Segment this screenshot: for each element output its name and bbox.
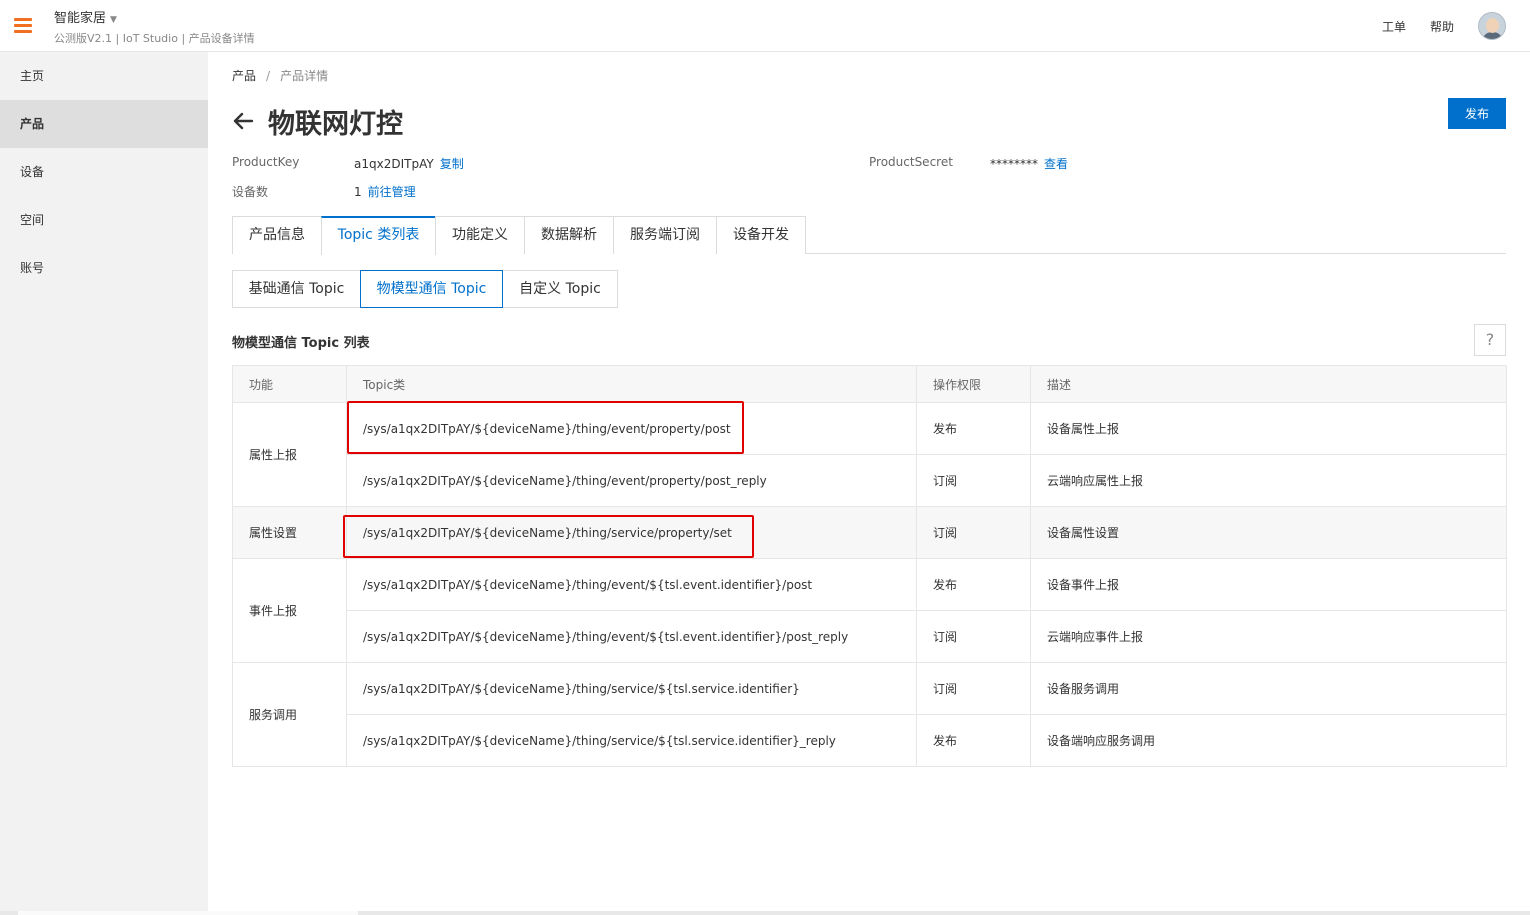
app-name: 智能家居 [54,11,107,26]
publish-button[interactable]: 发布 [1448,98,1506,129]
col-header-topic: Topic类 [346,365,917,403]
help-question-icon[interactable]: ? [1474,324,1506,356]
cell-permission: 发布 [916,558,1031,611]
table-row: /sys/a1qx2DITpAY/${deviceName}/thing/eve… [233,610,1507,663]
col-header-permission: 操作权限 [916,365,1031,403]
sidebar-item-product[interactable]: 产品 [0,100,208,148]
device-count-field: 1 前往管理 [354,183,416,200]
cell-permission: 订阅 [916,454,1031,507]
cell-description: 设备服务调用 [1030,662,1507,715]
page-title: 物联网灯控 [268,109,403,140]
cell-topic: /sys/a1qx2DITpAY/${deviceName}/thing/ser… [346,506,917,559]
col-header-description: 描述 [1030,365,1507,403]
bottom-scrollbar[interactable] [0,911,1530,915]
topic-table: 功能 Topic类 操作权限 描述 属性上报 /sys/a1qx2DITpAY/… [232,365,1507,767]
tab-data-parsing[interactable]: 数据解析 [524,216,614,254]
cell-topic: /sys/a1qx2DITpAY/${deviceName}/thing/eve… [346,610,917,663]
breadcrumb: 产品 / 产品详情 [232,67,328,84]
breadcrumb-current: 产品详情 [280,69,329,83]
sidebar-item-device[interactable]: 设备 [0,148,208,196]
tab-server-subscription[interactable]: 服务端订阅 [613,216,717,254]
subtab-custom-topic[interactable]: 自定义 Topic [502,270,618,308]
cell-description: 设备端响应服务调用 [1030,714,1507,767]
cell-topic: /sys/a1qx2DITpAY/${deviceName}/thing/eve… [346,558,917,611]
copy-link[interactable]: 复制 [440,157,464,171]
device-count-value: 1 [354,185,362,199]
ticket-link[interactable]: 工单 [1382,18,1406,35]
cell-permission: 订阅 [916,610,1031,663]
cell-function: 服务调用 [232,662,347,767]
cell-permission: 发布 [916,402,1031,455]
product-secret-value: ******** [990,157,1038,171]
sidebar-item-account[interactable]: 账号 [0,244,208,292]
sidebar: 主页 产品 设备 空间 账号 [0,52,208,915]
cell-description: 设备属性上报 [1030,402,1507,455]
product-key-label: ProductKey [232,155,300,169]
product-secret-field: ******** 查看 [990,155,1068,172]
col-header-function: 功能 [232,365,347,403]
cell-topic: /sys/a1qx2DITpAY/${deviceName}/thing/ser… [346,714,917,767]
table-row: 属性上报 /sys/a1qx2DITpAY/${deviceName}/thin… [232,402,1507,507]
product-key-field: a1qx2DITpAY 复制 [354,155,464,172]
detail-tabs: 产品信息 Topic 类列表 功能定义 数据解析 服务端订阅 设备开发 [232,216,1506,255]
cell-description: 云端响应属性上报 [1030,454,1507,507]
breadcrumb-product[interactable]: 产品 [232,69,256,83]
app-switcher[interactable]: 智能家居 ▼ [54,7,117,26]
cell-topic: /sys/a1qx2DITpAY/${deviceName}/thing/eve… [346,402,917,455]
tab-product-info[interactable]: 产品信息 [232,216,322,254]
subtab-tsl-topic[interactable]: 物模型通信 Topic [360,270,503,308]
cell-function: 属性设置 [232,506,347,559]
breadcrumb-separator: / [266,69,271,83]
app-subtitle: 公测版V2.1 | IoT Studio | 产品设备详情 [54,32,255,45]
table-header-row: 功能 Topic类 操作权限 描述 [232,365,1507,403]
table-row: /sys/a1qx2DITpAY/${deviceName}/thing/eve… [233,454,1507,507]
device-count-label: 设备数 [232,185,269,199]
table-row: 服务调用 /sys/a1qx2DITpAY/${deviceName}/thin… [232,662,1507,767]
view-secret-link[interactable]: 查看 [1044,157,1068,171]
product-key-value: a1qx2DITpAY [354,157,434,171]
help-link[interactable]: 帮助 [1430,18,1454,35]
cell-permission: 订阅 [916,506,1031,559]
menu-icon[interactable] [14,18,32,34]
tab-topic-list[interactable]: Topic 类列表 [321,216,436,255]
cell-function: 事件上报 [232,558,347,663]
cell-description: 设备属性设置 [1030,506,1507,559]
cell-topic: /sys/a1qx2DITpAY/${deviceName}/thing/eve… [346,454,917,507]
manage-link[interactable]: 前往管理 [368,185,416,199]
table-row: 属性设置 /sys/a1qx2DITpAY/${deviceName}/thin… [232,506,1507,559]
tab-device-development[interactable]: 设备开发 [716,216,806,254]
top-header: 智能家居 ▼ 公测版V2.1 | IoT Studio | 产品设备详情 工单 帮… [0,0,1530,52]
section-title: 物模型通信 Topic 列表 [232,336,370,351]
sidebar-item-space[interactable]: 空间 [0,196,208,244]
subtab-basic-topic[interactable]: 基础通信 Topic [232,270,361,308]
table-row: /sys/a1qx2DITpAY/${deviceName}/thing/ser… [233,714,1507,767]
cell-permission: 订阅 [916,662,1031,715]
sidebar-item-home[interactable]: 主页 [0,52,208,100]
product-secret-label: ProductSecret [869,155,953,169]
cell-description: 云端响应事件上报 [1030,610,1507,663]
cell-function: 属性上报 [232,402,347,507]
cell-description: 设备事件上报 [1030,558,1507,611]
table-row: 事件上报 /sys/a1qx2DITpAY/${deviceName}/thin… [232,558,1507,663]
tab-function-definition[interactable]: 功能定义 [435,216,525,254]
caret-down-icon: ▼ [110,15,117,25]
cell-permission: 发布 [916,714,1031,767]
cell-topic: /sys/a1qx2DITpAY/${deviceName}/thing/ser… [346,662,917,715]
user-avatar[interactable] [1478,12,1506,40]
back-arrow-icon[interactable] [232,110,254,132]
